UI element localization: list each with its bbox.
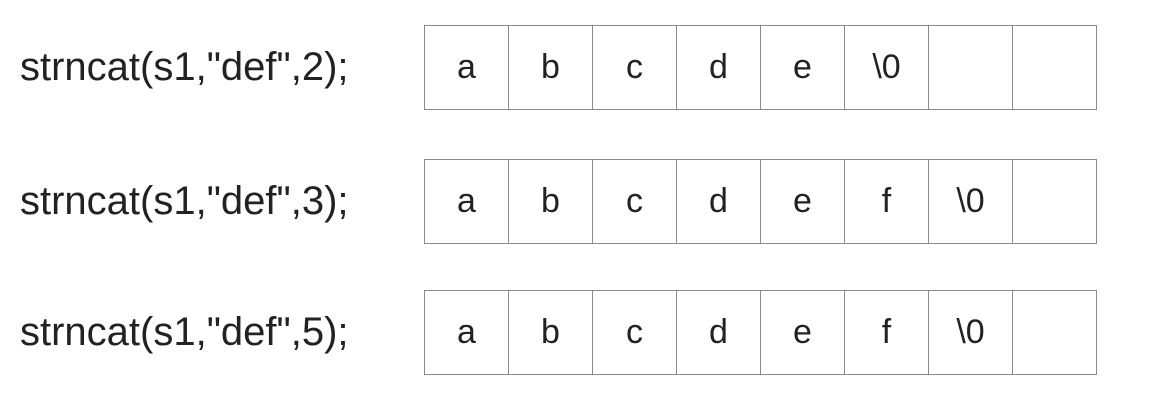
array-cell: a	[425, 291, 509, 375]
char-array: a b c d e f \0	[424, 290, 1097, 375]
array-cell: \0	[929, 291, 1013, 375]
array-cell	[1013, 26, 1097, 110]
function-call-label: strncat(s1,"def",2);	[20, 45, 349, 89]
array-cell: e	[761, 291, 845, 375]
array-cell: b	[509, 26, 593, 110]
array-cell: a	[425, 160, 509, 244]
array-cell: \0	[845, 26, 929, 110]
char-array: a b c d e \0	[424, 25, 1097, 110]
array-cell: b	[509, 291, 593, 375]
function-call-label: strncat(s1,"def",3);	[20, 179, 349, 223]
diagram-row: strncat(s1,"def",3); a b c d e f \0	[0, 158, 1153, 244]
array-cell: c	[593, 26, 677, 110]
array-cell: e	[761, 26, 845, 110]
array-cell: a	[425, 26, 509, 110]
array-cell: d	[677, 160, 761, 244]
array-cell: c	[593, 160, 677, 244]
array-cell: d	[677, 291, 761, 375]
function-call-label: strncat(s1,"def",5);	[20, 310, 349, 354]
array-cell: f	[845, 291, 929, 375]
diagram-row: strncat(s1,"def",2); a b c d e \0	[0, 24, 1153, 110]
array-cell: d	[677, 26, 761, 110]
array-cell	[1013, 160, 1097, 244]
array-cell: b	[509, 160, 593, 244]
array-cell: \0	[929, 160, 1013, 244]
array-cell	[1013, 291, 1097, 375]
diagram-row: strncat(s1,"def",5); a b c d e f \0	[0, 289, 1153, 375]
array-cell: f	[845, 160, 929, 244]
array-cell: e	[761, 160, 845, 244]
array-cell	[929, 26, 1013, 110]
array-cell: c	[593, 291, 677, 375]
char-array: a b c d e f \0	[424, 159, 1097, 244]
